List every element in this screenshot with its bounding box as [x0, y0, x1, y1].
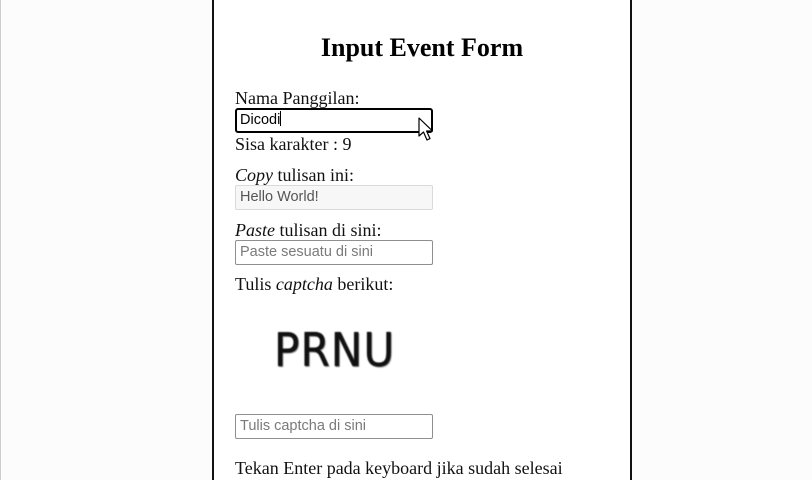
paste-label-emphasis: Paste: [235, 220, 275, 240]
nickname-value: Dicodi: [240, 112, 281, 128]
page-title: Input Event Form: [320, 33, 524, 62]
window-edge: [0, 0, 1, 480]
paste-label-text: tulisan di sini:: [275, 220, 382, 240]
submit-instruction: Tekan Enter pada keyboard jika sudah sel…: [235, 458, 563, 478]
form-panel: Input Event Form Nama Panggilan: Dicodi …: [212, 0, 632, 480]
captcha-label-suffix: berikut:: [332, 274, 394, 294]
copy-label: Copy tulisan ini:: [235, 164, 354, 186]
captcha-label: Tulis captcha berikut:: [235, 273, 393, 295]
page: Input Event Form Nama Panggilan: Dicodi …: [0, 0, 812, 480]
copy-label-text: tulisan ini:: [273, 165, 355, 185]
captcha-image: PRNU: [274, 323, 396, 377]
mouse-pointer-icon: [418, 117, 434, 141]
nickname-input[interactable]: Dicodi: [235, 108, 433, 133]
paste-input[interactable]: Paste sesuatu di sini: [235, 240, 433, 265]
copy-label-emphasis: Copy: [235, 165, 273, 185]
copy-text-field[interactable]: Hello World!: [235, 185, 433, 210]
nickname-label: Nama Panggilan:: [235, 88, 360, 108]
captcha-input[interactable]: Tulis captcha di sini: [235, 414, 433, 439]
captcha-label-prefix: Tulis: [235, 274, 276, 294]
paste-label: Paste tulisan di sini:: [235, 219, 382, 241]
text-caret: [280, 111, 282, 126]
captcha-label-emphasis: captcha: [275, 274, 333, 294]
remaining-characters: Sisa karakter : 9: [235, 134, 352, 154]
